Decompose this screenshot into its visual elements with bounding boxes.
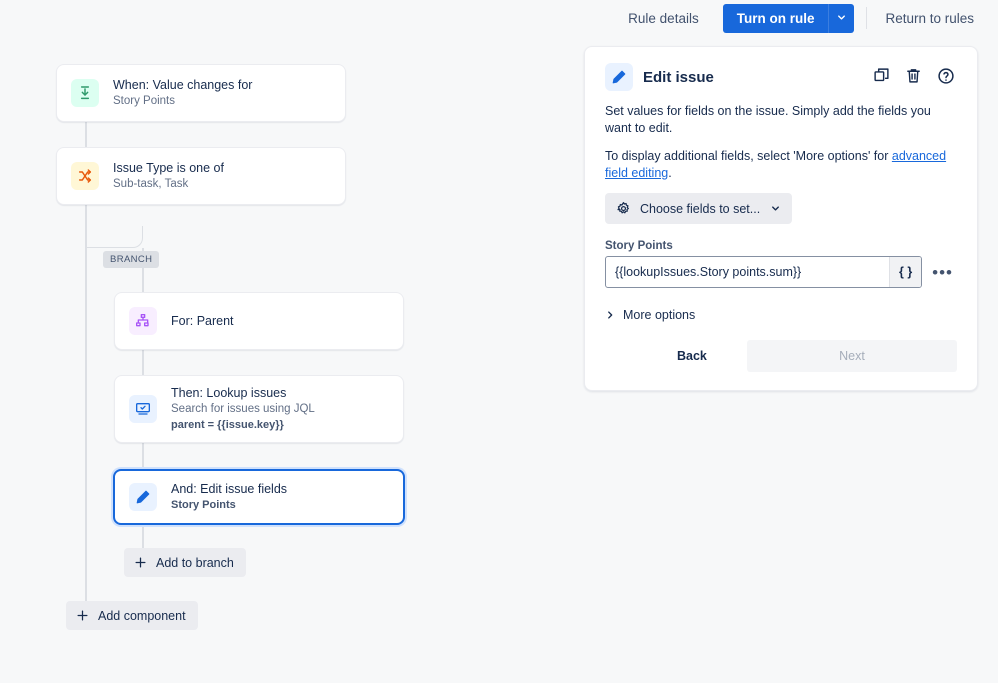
story-points-field-label: Story Points [605,240,673,252]
more-options-label: More options [623,308,696,322]
rule-canvas: When: Value changes for Story Points Iss… [0,36,584,683]
rule-node-text: Then: Lookup issues Search for issues us… [171,386,315,433]
add-to-branch-label: Add to branch [156,555,234,570]
gear-icon [616,201,631,216]
duplicate-button[interactable] [871,65,892,89]
next-button[interactable]: Next [746,340,957,372]
story-points-field-row: { } ••• [605,256,957,288]
rule-node-text: For: Parent [171,314,234,329]
trash-icon [905,67,922,87]
turn-on-rule-button[interactable]: Turn on rule [722,3,829,33]
rule-node-subtitle: Story Points [171,498,236,511]
rule-details-button[interactable]: Rule details [618,4,709,33]
connector-trigger-to-condition [85,122,87,148]
panel-description: Set values for fields on the issue. Simp… [605,104,931,135]
rule-node-jql: parent = {{issue.key}} [171,418,284,431]
story-points-input[interactable] [606,257,890,287]
plus-icon [133,555,148,570]
delete-button[interactable] [903,65,924,89]
back-button[interactable]: Back [661,341,723,371]
add-component-button[interactable]: Add component [66,601,198,630]
choose-fields-dropdown[interactable]: Choose fields to set... [605,193,793,224]
rule-node-subtitle: Sub-task, Task [113,177,189,190]
smart-value-button[interactable]: { } [889,257,922,287]
choose-fields-label: Choose fields to set... [640,201,761,216]
rule-node-condition[interactable]: Issue Type is one of Sub-task, Task [56,147,346,205]
story-points-input-wrapper: { } [605,256,923,288]
panel-hint: To display additional fields, select 'Mo… [605,148,957,182]
edit-issue-detail-panel: Edit issue Set values for fields on the … [584,46,978,391]
connector-spine-main [85,232,87,612]
monitor-check-icon [129,395,157,423]
field-overflow-menu-button[interactable]: ••• [922,264,957,281]
rule-node-text: When: Value changes for Story Points [113,78,252,109]
chevron-down-icon [836,11,847,26]
panel-hint-prefix: To display additional fields, select 'Mo… [605,149,892,163]
rule-node-title: Issue Type is one of [113,160,224,175]
turn-on-rule-group: Turn on rule [722,3,855,33]
rule-node-title: Then: Lookup issues [171,385,287,400]
panel-footer: Back Next [605,340,957,372]
plus-icon [75,608,90,623]
pencil-icon [129,483,157,511]
page-title: Edit issue [643,68,714,86]
hierarchy-icon [129,307,157,335]
rule-node-title: For: Parent [171,313,234,328]
rule-node-edit-issue-fields[interactable]: And: Edit issue fields Story Points [113,469,405,525]
panel-action-group [871,65,957,90]
chevron-down-icon [770,203,781,214]
top-toolbar: Rule details Turn on rule Return to rule… [0,0,998,36]
add-to-branch-button[interactable]: Add to branch [124,548,246,577]
connector-branch-corner [85,226,143,248]
connector-and-to-addbranch [142,524,144,548]
chevron-right-icon [605,310,615,320]
connector-for-to-then [142,349,144,376]
rule-node-text: Issue Type is one of Sub-task, Task [113,161,224,192]
rule-node-subtitle: Story Points [113,94,175,107]
add-component-label: Add component [98,608,186,623]
rule-node-text: And: Edit issue fields Story Points [171,482,287,513]
rule-node-branch-for[interactable]: For: Parent [114,292,404,350]
shuffle-icon [71,162,99,190]
help-icon [937,67,955,88]
more-options-toggle[interactable]: More options [605,308,695,322]
rule-node-lookup-issues[interactable]: Then: Lookup issues Search for issues us… [114,375,404,443]
help-button[interactable] [935,65,957,90]
panel-header: Edit issue [605,63,957,91]
return-to-rules-button[interactable]: Return to rules [879,4,980,33]
turn-on-rule-dropdown-button[interactable] [828,3,855,33]
panel-hint-suffix: . [668,166,672,180]
rule-node-trigger[interactable]: When: Value changes for Story Points [56,64,346,122]
duplicate-icon [873,67,890,87]
connector-then-to-and [142,442,144,470]
rule-node-title: When: Value changes for [113,77,253,92]
rule-node-subtitle: Search for issues using JQL [171,402,315,415]
rule-node-title: And: Edit issue fields [171,481,288,496]
pencil-icon [605,63,633,91]
toolbar-divider [866,7,868,29]
value-change-icon [71,79,99,107]
branch-chip: BRANCH [103,251,160,268]
